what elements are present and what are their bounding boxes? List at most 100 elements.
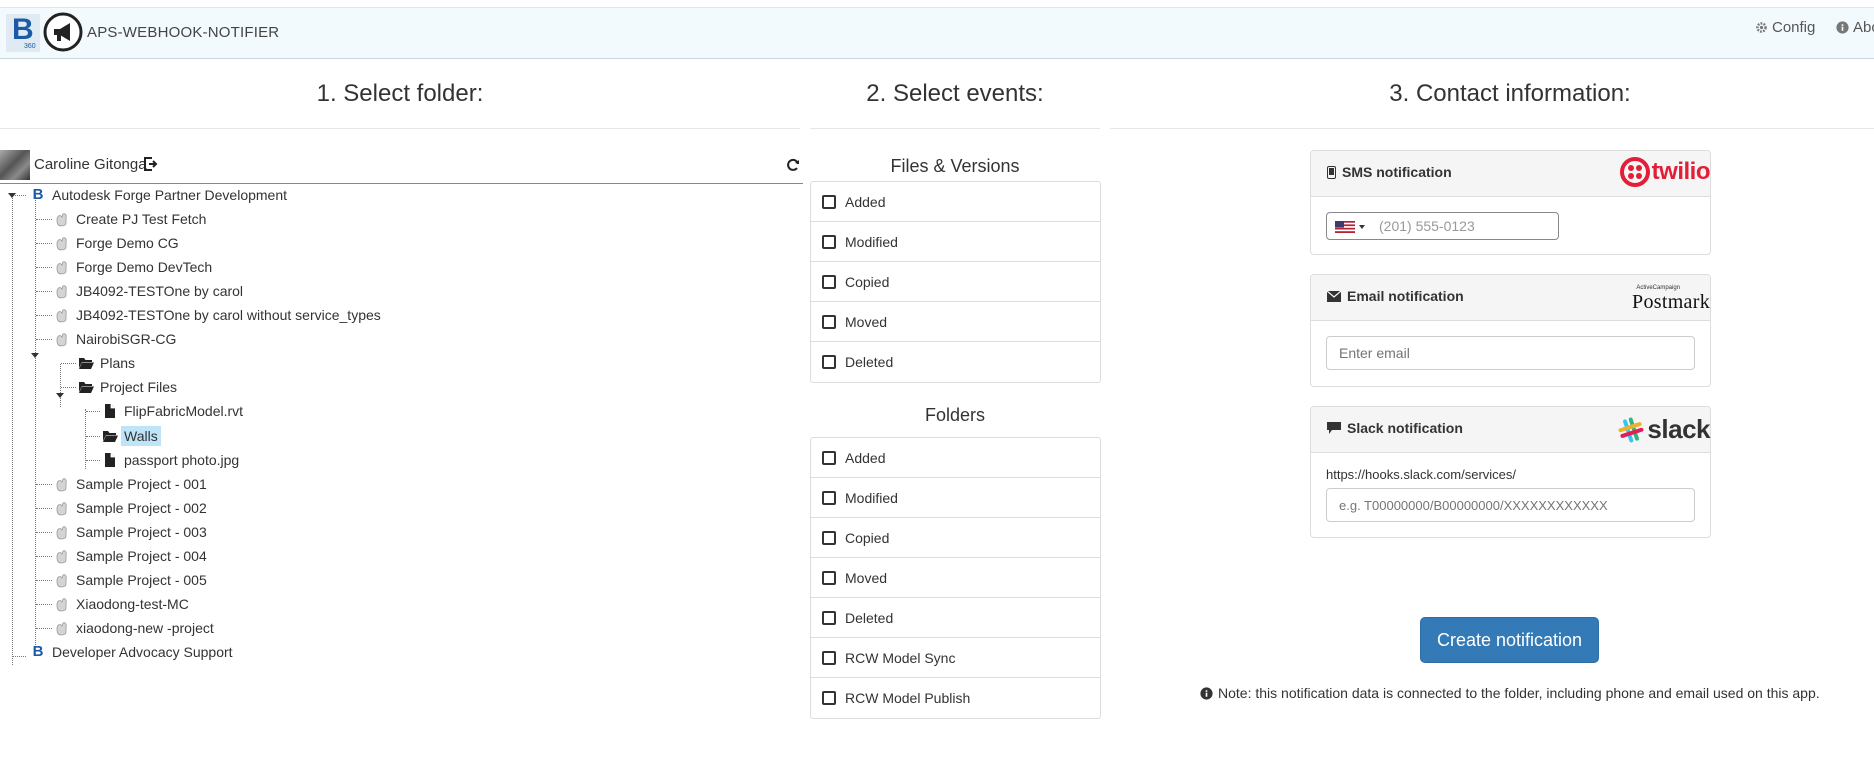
contact-info-title: 3. Contact information: [1389, 80, 1631, 107]
tree-node-file[interactable]: FlipFabricModel.rvt [102, 400, 243, 422]
divider [810, 128, 1100, 129]
tree-node-label: Sample Project - 001 [76, 476, 207, 492]
avatar [0, 150, 30, 180]
file-icon [102, 452, 118, 468]
checkbox[interactable] [822, 570, 836, 585]
event-checkbox-item[interactable]: Deleted [811, 598, 1100, 638]
event-label: Deleted [845, 354, 894, 370]
tree-node-label: Plans [100, 355, 136, 371]
envelope-icon [1327, 290, 1341, 302]
tree-node-label: Create PJ Test Fetch [76, 211, 207, 227]
info-icon [1200, 686, 1213, 700]
collapse-toggle[interactable] [8, 193, 16, 198]
folder-icon [102, 428, 118, 444]
event-label: RCW Model Publish [845, 690, 971, 706]
event-label: Deleted [845, 609, 894, 626]
folder-tree: B Autodesk Forge Partner Development Creat… [0, 184, 800, 665]
email-input[interactable] [1326, 336, 1695, 370]
files-versions-heading: Files & Versions [890, 156, 1020, 176]
slack-logo-icon [1618, 417, 1644, 442]
checkbox[interactable] [822, 691, 836, 705]
event-checkbox-item[interactable]: Modified [811, 222, 1100, 262]
collapse-toggle[interactable] [56, 393, 64, 398]
tree-node-project[interactable]: Sample Project - 002 [54, 497, 207, 519]
event-checkbox-item[interactable]: Copied [811, 518, 1100, 558]
tree-node-folder[interactable]: Plans [78, 352, 135, 374]
email-panel: Email notification ActiveCampaign Postma… [1310, 274, 1711, 387]
config-link[interactable]: Config [1755, 19, 1815, 36]
event-label: Moved [845, 313, 888, 330]
email-title: Email notification [1347, 288, 1464, 304]
divider [0, 128, 800, 129]
tree-node-label: xiaodong-new -project [76, 620, 214, 636]
tree-node-label: JB4092-TESTOne by carol without service_… [76, 307, 381, 323]
select-events-title: 2. Select events: [866, 80, 1044, 107]
event-label: Copied [845, 529, 890, 546]
event-checkbox-item[interactable]: Moved [811, 302, 1100, 342]
tree-node-folder[interactable]: Project Files [78, 376, 177, 398]
tree-node-label: JB4092-TESTOne by carol [76, 283, 244, 299]
navbar: B 360 APS-WEBHOOK-NOTIFIER Config Abo [0, 7, 1874, 59]
tree-node-project[interactable]: Forge Demo CG [54, 232, 179, 254]
tree-node-file[interactable]: passport photo.jpg [102, 449, 239, 471]
slack-logo: slack [1617, 414, 1710, 445]
checkbox[interactable] [822, 490, 836, 505]
event-checkbox-item[interactable]: Copied [811, 262, 1100, 302]
files-events-list: Added Modified Copied Moved Deleted [810, 181, 1101, 383]
tree-node-project[interactable]: Sample Project - 005 [54, 569, 207, 591]
project-icon [54, 259, 70, 275]
megaphone-logo-icon [43, 12, 83, 52]
tree-node-project[interactable]: Sample Project - 003 [54, 521, 207, 543]
event-checkbox-item[interactable]: Added [811, 438, 1100, 478]
tree-node-project[interactable]: Sample Project - 001 [54, 473, 207, 495]
checkbox[interactable] [822, 610, 836, 625]
tree-node-label: Autodesk Forge Partner Development [52, 187, 288, 203]
tree-node-folder[interactable]: Walls [102, 425, 161, 447]
event-checkbox-item[interactable]: Deleted [811, 342, 1100, 382]
event-checkbox-item[interactable]: Added [811, 182, 1100, 222]
tree-node-project[interactable]: NairobiSGR-CG [54, 328, 176, 350]
tree-node-label: Developer Advocacy Support [52, 644, 233, 660]
config-label: Config [1772, 19, 1816, 36]
checkbox[interactable] [822, 314, 836, 329]
project-icon [54, 307, 70, 323]
slack-webhook-input[interactable] [1326, 488, 1695, 522]
tree-node-project[interactable]: xiaodong-new -project [54, 617, 214, 639]
country-select[interactable] [1335, 221, 1365, 233]
checkbox[interactable] [822, 450, 836, 465]
event-checkbox-item[interactable]: Modified [811, 478, 1100, 518]
tree-node-label: Forge Demo CG [76, 235, 179, 251]
tree-node-project[interactable]: JB4092-TESTOne by carol without service_… [54, 304, 381, 326]
checkbox[interactable] [822, 274, 836, 289]
refresh-icon[interactable] [785, 157, 801, 173]
tree-node-project[interactable]: Forge Demo DevTech [54, 256, 212, 278]
checkbox[interactable] [822, 650, 836, 665]
slack-title: Slack notification [1347, 420, 1463, 436]
tree-node-label: Xiaodong-test-MC [76, 596, 189, 612]
sms-panel: SMS notification twilio (201) 555-0123 [1310, 150, 1711, 255]
about-link[interactable]: Abo [1836, 19, 1874, 36]
event-label: Modified [845, 489, 898, 506]
tree-node-project[interactable]: Xiaodong-test-MC [54, 593, 189, 615]
tree-node-label: Sample Project - 005 [76, 572, 207, 588]
logout-icon[interactable] [143, 156, 159, 172]
phone-placeholder: (201) 555-0123 [1379, 218, 1475, 234]
checkbox[interactable] [822, 355, 836, 369]
collapse-toggle[interactable] [31, 353, 39, 358]
create-notification-button[interactable]: Create notification [1420, 617, 1599, 663]
checkbox[interactable] [822, 530, 836, 545]
event-checkbox-item[interactable]: Moved [811, 558, 1100, 598]
folder-icon [78, 379, 94, 395]
checkbox[interactable] [822, 194, 836, 209]
about-label: Abo [1853, 19, 1874, 36]
tree-node-project[interactable]: Sample Project - 004 [54, 545, 207, 567]
event-checkbox-item[interactable]: RCW Model Publish [811, 678, 1100, 718]
tree-node-project[interactable]: Create PJ Test Fetch [54, 208, 206, 230]
folder-events-list: Added Modified Copied Moved Deleted RCW Model… [810, 437, 1101, 719]
tree-node-hub[interactable]: B Developer Advocacy Support [30, 641, 233, 663]
checkbox[interactable] [822, 234, 836, 249]
event-checkbox-item[interactable]: RCW Model Sync [811, 638, 1100, 678]
phone-input[interactable]: (201) 555-0123 [1326, 212, 1559, 240]
tree-node-project[interactable]: JB4092-TESTOne by carol [54, 280, 243, 302]
tree-node-hub[interactable]: B Autodesk Forge Partner Development [30, 184, 287, 206]
